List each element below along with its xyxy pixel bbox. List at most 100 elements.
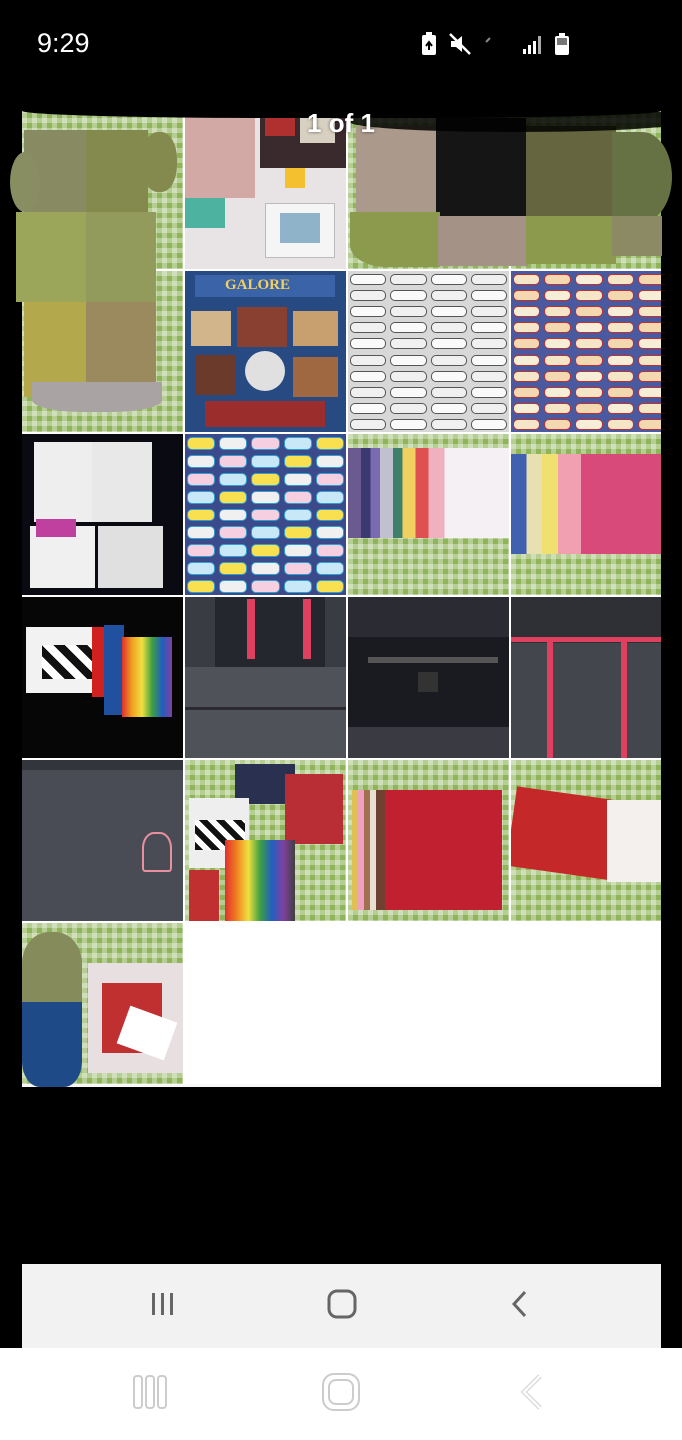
sticker-label: [470, 322, 507, 334]
sticker-label: [283, 526, 312, 540]
photo-2[interactable]: [185, 108, 346, 269]
sticker-label: [470, 386, 507, 398]
sticker-label: [350, 386, 387, 398]
sticker-label: [350, 418, 387, 430]
photo-16[interactable]: [511, 597, 661, 758]
sticker-label: [430, 322, 467, 334]
sticker-label: [390, 370, 427, 382]
sticker-label: [187, 490, 216, 504]
back-button[interactable]: [472, 1348, 592, 1440]
sticker-label: [219, 562, 248, 576]
censor-blob-bottom: [22, 924, 92, 1090]
system-navigation-bar: [0, 1348, 682, 1440]
photo-19[interactable]: [348, 760, 509, 921]
sticker-label: [513, 418, 541, 430]
sticker-label: [187, 526, 216, 540]
sticker-label: [283, 490, 312, 504]
sticker-label: [350, 402, 387, 414]
back-icon: [508, 1288, 532, 1325]
photo-13[interactable]: [22, 597, 183, 758]
sticker-label: [187, 508, 216, 522]
sticker-label: [430, 354, 467, 366]
sticker-label: [544, 338, 572, 350]
photo-8[interactable]: [511, 271, 661, 432]
sticker-label: [219, 508, 248, 522]
sticker-label: [283, 508, 312, 522]
photo-7[interactable]: [348, 271, 509, 432]
photo-9[interactable]: [22, 434, 183, 595]
sticker-label: [470, 402, 507, 414]
photo-11[interactable]: [348, 434, 509, 595]
sticker-label: [315, 526, 344, 540]
sticker-label: [637, 338, 661, 350]
sticker-label: [219, 472, 248, 486]
sticker-label: [390, 354, 427, 366]
back-icon: [518, 1372, 546, 1417]
inner-home-button[interactable]: [282, 1264, 402, 1348]
inner-recent-apps-button[interactable]: [103, 1264, 223, 1348]
sticker-label: [187, 454, 216, 468]
home-button[interactable]: [281, 1348, 401, 1440]
sticker-label: [283, 580, 312, 593]
sticker-label: [315, 472, 344, 486]
sticker-label: [606, 370, 634, 382]
recycle-battery-icon: [420, 32, 438, 61]
recent-apps-icon: [131, 1372, 169, 1417]
sticker-label: [315, 580, 344, 593]
photo-6[interactable]: GALORE: [185, 271, 346, 432]
sticker-label: [513, 386, 541, 398]
sticker-label: [350, 322, 387, 334]
sticker-label: [315, 437, 344, 450]
sticker-label: [513, 322, 541, 334]
sticker-label: [575, 418, 603, 430]
sticker-label: [251, 454, 280, 468]
photo-12[interactable]: [511, 434, 661, 595]
sticker-label: [470, 338, 507, 350]
photo-17[interactable]: [22, 760, 183, 921]
photo-15[interactable]: [348, 597, 509, 758]
sticker-label: [575, 386, 603, 398]
inner-navigation-bar: [22, 1264, 661, 1348]
sticker-label: [544, 386, 572, 398]
sticker-label: [606, 290, 634, 302]
sticker-label: [606, 338, 634, 350]
sticker-label: [390, 306, 427, 318]
sticker-label: [544, 402, 572, 414]
inner-back-button[interactable]: [460, 1264, 580, 1348]
sticker-label: [637, 402, 661, 414]
sticker-label: [606, 322, 634, 334]
sticker-label: [350, 338, 387, 350]
sticker-label: [219, 580, 248, 593]
sticker-label: [575, 322, 603, 334]
sticker-label: [187, 437, 216, 450]
sticker-label: [219, 544, 248, 558]
sticker-label: [350, 370, 387, 382]
sticker-label: [575, 290, 603, 302]
sticker-label: [251, 580, 280, 593]
sticker-label: [350, 306, 387, 318]
sticker-label: [430, 306, 467, 318]
photo-10[interactable]: [185, 434, 346, 595]
sticker-label: [187, 544, 216, 558]
sticker-label: [606, 354, 634, 366]
sticker-label: [430, 338, 467, 350]
sticker-label: [637, 370, 661, 382]
sticker-label: [283, 472, 312, 486]
sticker-label: [575, 354, 603, 366]
sticker-label: [219, 526, 248, 540]
censor-blob-left: [2, 112, 182, 412]
sticker-label: [390, 338, 427, 350]
photo-18[interactable]: [185, 760, 346, 921]
sticker-label: [513, 306, 541, 318]
sticker-label: [637, 354, 661, 366]
sticker-label: [315, 562, 344, 576]
photo-14[interactable]: [185, 597, 346, 758]
recent-apps-button[interactable]: [90, 1348, 210, 1440]
sticker-label: [544, 322, 572, 334]
sticker-label: [513, 354, 541, 366]
sticker-label: [251, 526, 280, 540]
photo-20[interactable]: [511, 760, 661, 921]
sticker-label: [470, 306, 507, 318]
status-icons: [420, 32, 570, 61]
sticker-label: [251, 490, 280, 504]
